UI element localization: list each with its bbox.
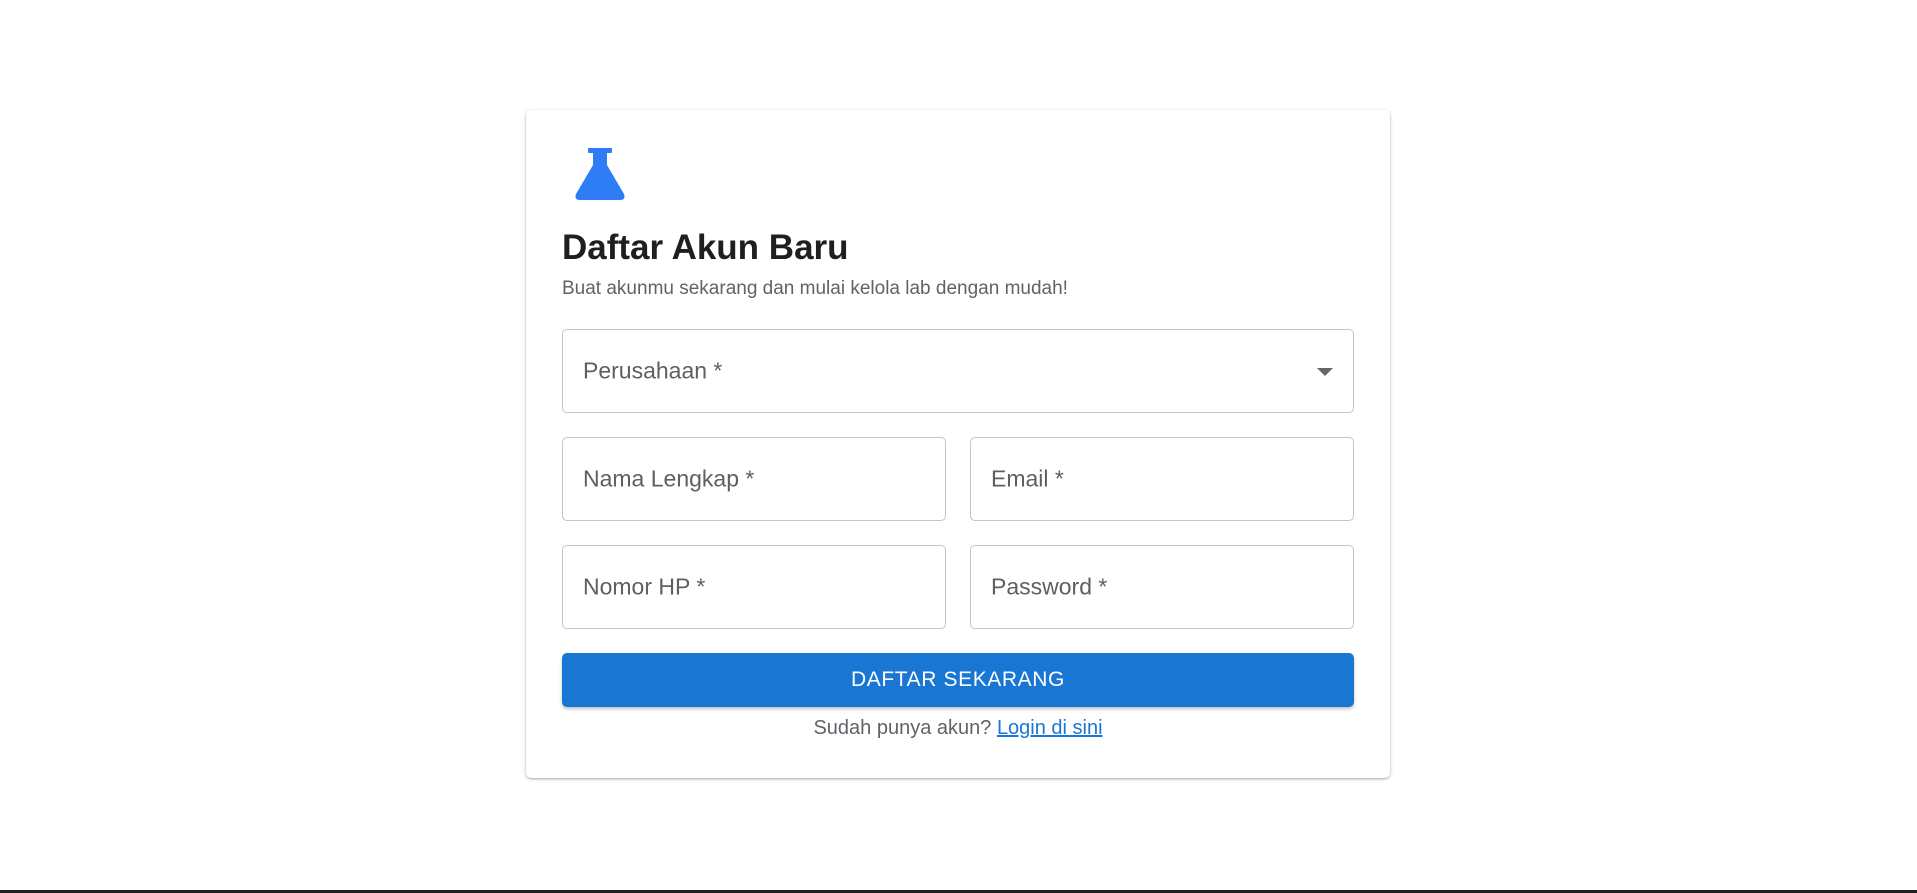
full-name-input[interactable] (563, 438, 945, 520)
login-prompt-line: Sudah punya akun? Login di sini (562, 717, 1354, 740)
phone-password-row: Nomor HP * Password * (562, 545, 1354, 629)
page-subtitle: Buat akunmu sekarang dan mulai kelola la… (562, 278, 1068, 299)
login-link[interactable]: Login di sini (997, 717, 1103, 739)
login-prompt-text: Sudah punya akun? (813, 717, 992, 739)
password-input[interactable] (971, 546, 1353, 628)
email-field[interactable]: Email * (970, 437, 1354, 521)
phone-field[interactable]: Nomor HP * (562, 545, 946, 629)
chevron-down-icon[interactable] (1317, 368, 1333, 376)
company-select[interactable]: Perusahaan * (562, 329, 1354, 413)
name-email-row: Nama Lengkap * Email * (562, 437, 1354, 521)
password-field[interactable]: Password * (970, 545, 1354, 629)
phone-input[interactable] (563, 546, 945, 628)
flask-icon (572, 147, 628, 203)
register-button[interactable]: DAFTAR SEKARANG (562, 653, 1354, 707)
page: Daftar Akun Baru Buat akunmu sekarang da… (0, 0, 1917, 893)
page-title: Daftar Akun Baru (562, 228, 849, 267)
email-input[interactable] (971, 438, 1353, 520)
company-select-label: Perusahaan * (583, 357, 723, 384)
full-name-field[interactable]: Nama Lengkap * (562, 437, 946, 521)
register-card: Daftar Akun Baru Buat akunmu sekarang da… (526, 110, 1390, 778)
